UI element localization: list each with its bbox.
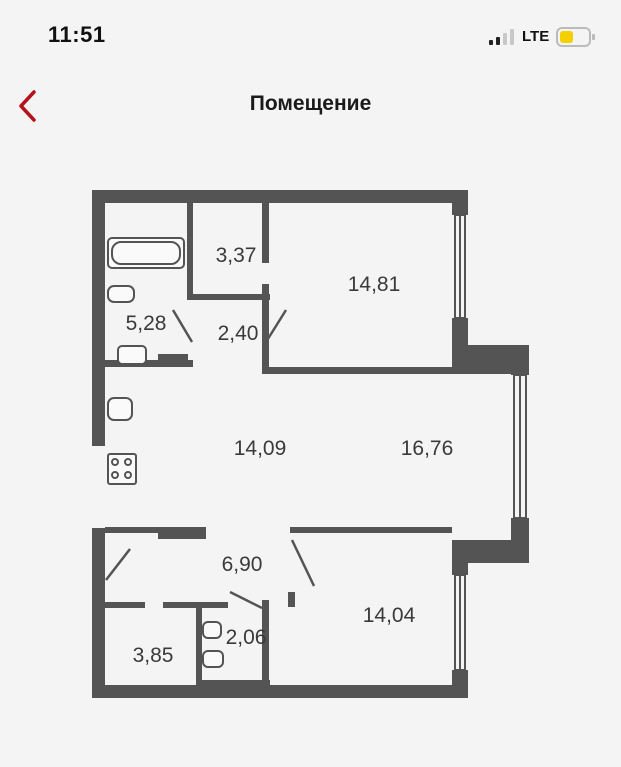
room-area-bedroom-top: 14,81: [348, 273, 401, 296]
stove-icon: [107, 453, 137, 485]
sink-icon: [107, 397, 133, 421]
page-title: Помещение: [249, 92, 372, 115]
status-bar: 11:51 LTE: [0, 0, 621, 72]
room-area-wardrobe: 3,85: [133, 644, 174, 667]
network-type: LTE: [522, 28, 550, 45]
signal-strength-icon: [489, 29, 514, 45]
room-area-hall: 6,90: [222, 553, 263, 576]
toilet-small-icon: [202, 650, 224, 668]
navigation-bar: Помещение: [0, 72, 621, 142]
room-area-bathroom: 5,28: [126, 312, 167, 335]
window-frames: [454, 214, 527, 671]
washbasin-icon: [107, 285, 135, 303]
room-area-living-room: 16,76: [401, 437, 454, 460]
room-area-corridor: 2,40: [218, 322, 259, 345]
screen: 11:51 LTE Помещение 5,28 3,37 2,40 14,81…: [0, 0, 621, 767]
room-area-storage: 3,37: [216, 244, 257, 267]
battery-icon: [556, 27, 595, 47]
room-area-kitchen: 14,09: [234, 437, 287, 460]
room-area-bedroom-bottom: 14,04: [363, 604, 416, 627]
floor-plan: 5,28 3,37 2,40 14,81 14,09 16,76 6,90 3,…: [92, 190, 529, 698]
room-area-toilet: 2,06: [226, 626, 267, 649]
washbasin-small-icon: [202, 621, 222, 639]
toilet-icon: [117, 345, 147, 365]
status-time: 11:51: [48, 22, 106, 47]
